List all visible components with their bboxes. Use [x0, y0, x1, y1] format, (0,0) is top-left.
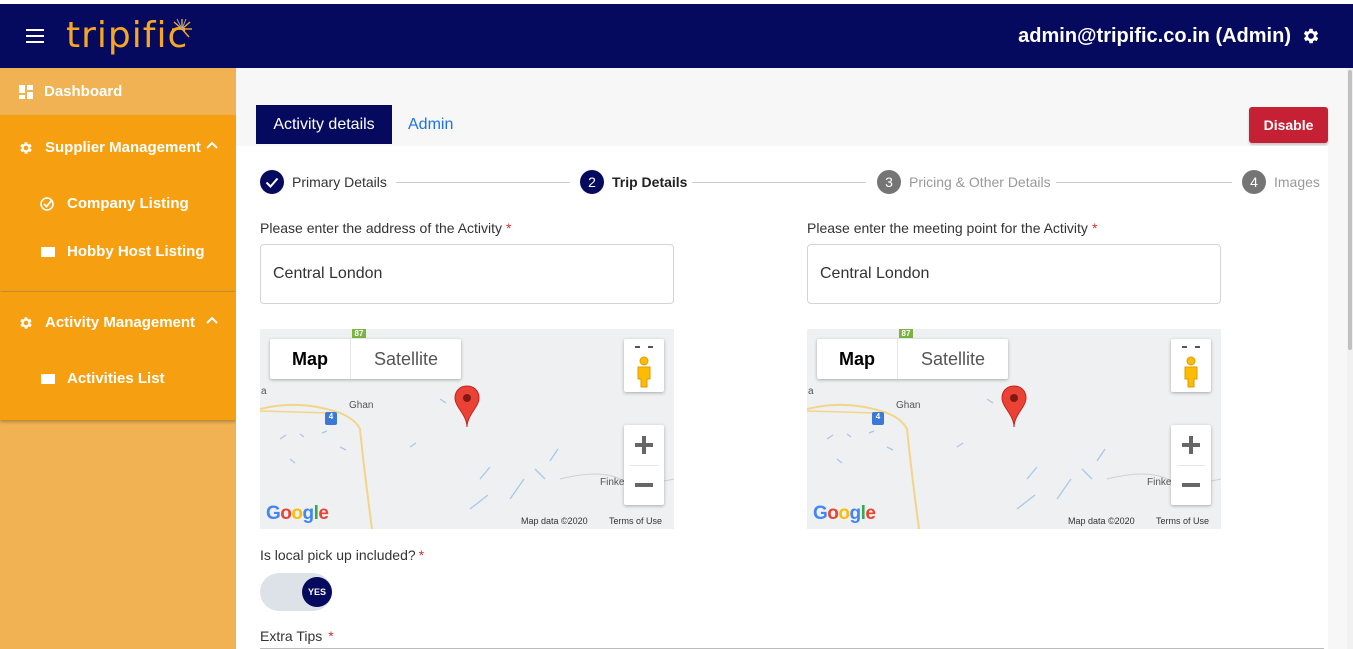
- zoom-control: [624, 425, 664, 505]
- map-pin-icon[interactable]: [454, 385, 480, 429]
- map-type-satellite-button[interactable]: Satellite: [351, 339, 461, 379]
- step-label: Trip Details: [612, 174, 688, 190]
- address-label: Please enter the address of the Activity…: [260, 220, 512, 236]
- sidebar-item-label: Hobby Host Listing: [67, 243, 205, 260]
- sidebar: Dashboard Supplier Management Company Li…: [0, 68, 236, 649]
- meeting-point-input[interactable]: Central London: [807, 244, 1221, 304]
- map-label-edge: a: [261, 386, 267, 397]
- check-badge-icon: [40, 197, 54, 211]
- map-town-ghan: Ghan: [896, 400, 921, 411]
- zoom-control: [1171, 425, 1211, 505]
- meeting-point-map[interactable]: 87 4 Ghan Finke a Map Satellite Google M…: [807, 329, 1221, 529]
- page-scrollbar[interactable]: [1347, 68, 1353, 649]
- list-icon: [41, 247, 55, 257]
- tab-activity-details[interactable]: Activity details: [256, 105, 392, 144]
- main-content: Activity details Admin Disable Primary D…: [236, 68, 1353, 649]
- zoom-in-button[interactable]: [1171, 425, 1211, 465]
- map-type-control: Map Satellite: [270, 339, 462, 379]
- sidebar-item-label: Dashboard: [44, 83, 123, 100]
- scrollbar-thumb[interactable]: [1348, 70, 1352, 350]
- address-input[interactable]: Central London: [260, 244, 674, 304]
- zoom-out-button[interactable]: [1171, 465, 1211, 505]
- sidebar-item-hobby-host-listing[interactable]: Hobby Host Listing: [0, 229, 236, 275]
- extra-tips-label: Extra Tips *: [260, 628, 334, 644]
- chevron-up-icon[interactable]: [206, 140, 218, 152]
- map-type-control: Map Satellite: [817, 339, 1009, 379]
- map-town-finke: Finke: [600, 477, 625, 488]
- pegman-icon[interactable]: [624, 339, 664, 392]
- sparkle-icon: [172, 18, 192, 38]
- user-account-label[interactable]: admin@tripific.co.in (Admin): [1018, 24, 1291, 48]
- map-type-map-button[interactable]: Map: [270, 339, 351, 379]
- highway-87-badge: 87: [352, 329, 366, 338]
- disable-button[interactable]: Disable: [1249, 107, 1328, 143]
- sidebar-item-label: Activity Management: [45, 314, 196, 331]
- chevron-up-icon[interactable]: [206, 315, 218, 327]
- stepper-connector: [396, 182, 570, 183]
- stepper-connector: [1056, 182, 1232, 183]
- highway-4-badge: 4: [872, 412, 884, 425]
- stepper-connector: [692, 182, 866, 183]
- local-pickup-label: Is local pick up included? *: [260, 547, 425, 563]
- map-town-ghan: Ghan: [349, 400, 374, 411]
- pegman-icon[interactable]: [1171, 339, 1211, 392]
- supplier-management-group: Supplier Management Company Listing Hobb…: [0, 115, 236, 291]
- gear-icon[interactable]: [1301, 26, 1321, 46]
- map-type-map-button[interactable]: Map: [817, 339, 898, 379]
- tab-admin[interactable]: Admin: [408, 105, 453, 144]
- map-type-satellite-button[interactable]: Satellite: [898, 339, 1008, 379]
- step-primary-details[interactable]: Primary Details: [260, 170, 387, 194]
- map-town-finke: Finke: [1147, 477, 1172, 488]
- list-icon: [41, 374, 55, 384]
- app-header: tripific admin@tripific.co.in (Admin): [0, 4, 1353, 68]
- sidebar-item-supplier-management[interactable]: Supplier Management: [0, 125, 236, 171]
- sidebar-item-activity-management[interactable]: Activity Management: [0, 300, 236, 346]
- address-map[interactable]: 87 4 Ghan Finke a Map Satellite Google M…: [260, 329, 674, 529]
- terms-of-use-link[interactable]: Terms of Use: [609, 516, 662, 526]
- sidebar-item-label: Activities List: [67, 370, 165, 387]
- sidebar-item-dashboard[interactable]: Dashboard: [0, 68, 236, 115]
- step-images[interactable]: 4 Images: [1242, 170, 1320, 194]
- step-label: Images: [1274, 174, 1320, 190]
- activity-management-group: Activity Management Activities List: [0, 292, 236, 420]
- google-logo: Google: [266, 503, 329, 524]
- step-number: 4: [1242, 170, 1266, 194]
- step-number: 2: [580, 170, 604, 194]
- step-trip-details[interactable]: 2 Trip Details: [580, 170, 687, 194]
- dashboard-icon: [19, 85, 33, 99]
- step-number: 3: [877, 170, 901, 194]
- map-label-edge: a: [808, 386, 814, 397]
- zoom-in-button[interactable]: [624, 425, 664, 465]
- terms-of-use-link[interactable]: Terms of Use: [1156, 516, 1209, 526]
- sidebar-item-label: Supplier Management: [45, 139, 201, 156]
- menu-icon[interactable]: [26, 29, 44, 43]
- highway-87-badge: 87: [899, 329, 913, 338]
- map-data-label: Map data ©2020: [1068, 516, 1135, 526]
- sidebar-item-activities-list[interactable]: Activities List: [0, 356, 236, 402]
- step-label: Primary Details: [292, 174, 387, 190]
- check-icon: [260, 170, 284, 194]
- google-logo: Google: [813, 503, 876, 524]
- step-pricing-other-details[interactable]: 3 Pricing & Other Details: [877, 170, 1051, 194]
- map-data-label: Map data ©2020: [521, 516, 588, 526]
- meeting-point-label: Please enter the meeting point for the A…: [807, 220, 1098, 236]
- map-pin-icon[interactable]: [1001, 385, 1027, 429]
- zoom-out-button[interactable]: [624, 465, 664, 505]
- highway-4-badge: 4: [325, 412, 337, 425]
- step-label: Pricing & Other Details: [909, 174, 1051, 190]
- gear-icon: [20, 317, 32, 329]
- sidebar-item-label: Company Listing: [67, 195, 189, 212]
- local-pickup-toggle[interactable]: YES: [260, 573, 332, 611]
- sidebar-item-company-listing[interactable]: Company Listing: [0, 181, 236, 227]
- gear-icon: [20, 142, 32, 154]
- toggle-knob: YES: [302, 577, 332, 607]
